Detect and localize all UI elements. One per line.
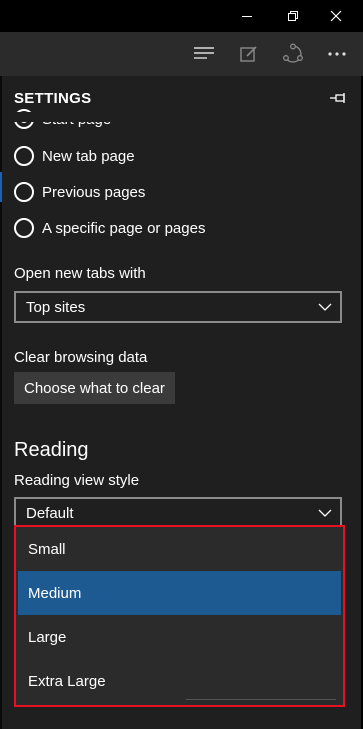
share-button[interactable] [271,32,315,76]
radio-specific-pages[interactable]: A specific page or pages [14,217,205,239]
option-small[interactable]: Small [18,527,341,571]
radio-label: A specific page or pages [42,219,206,237]
divider [186,699,336,700]
minimize-icon [242,16,252,17]
close-icon [330,10,342,22]
close-button[interactable] [313,0,359,32]
reading-view-style-label: Reading view style [14,472,140,489]
radio-button[interactable] [14,218,34,238]
new-tabs-select[interactable]: Top sites [14,291,342,323]
option-medium[interactable]: Medium [18,571,341,615]
hub-icon [194,47,214,59]
minimize-button[interactable] [224,0,270,32]
chevron-down-icon [318,303,332,311]
radio-button[interactable] [14,146,34,166]
restore-button[interactable] [270,0,316,32]
scroll-clip [2,112,361,122]
chevron-down-icon [318,509,332,517]
browser-toolbar [0,32,363,76]
pin-icon [330,93,345,103]
radio-label: Previous pages [42,183,146,201]
select-value: Top sites [26,299,86,316]
hub-button[interactable] [182,32,226,76]
new-tabs-label: Open new tabs with [14,265,146,282]
radio-button[interactable] [14,182,34,202]
reading-heading: Reading [14,439,89,461]
more-icon [328,52,346,56]
title-bar [0,0,363,32]
web-note-button[interactable] [227,32,271,76]
share-icon [283,43,303,63]
pin-button[interactable] [328,90,348,106]
clear-data-label: Clear browsing data [14,349,148,366]
settings-title: SETTINGS [14,90,92,107]
option-extra-large[interactable]: Extra Large [18,659,341,703]
radio-previous-pages[interactable]: Previous pages [14,181,145,203]
settings-panel: Start page SETTINGS New tab page Previou… [2,76,361,729]
choose-what-to-clear-button[interactable]: Choose what to clear [14,372,175,404]
web-note-icon [240,46,257,62]
option-large[interactable]: Large [18,615,341,659]
more-button[interactable] [315,32,359,76]
restore-icon [288,11,298,21]
radio-new-tab-page[interactable]: New tab page [14,145,135,167]
reading-style-dropdown: Small Medium Large Extra Large [14,525,345,707]
select-value: Default [26,505,74,522]
radio-label: New tab page [42,147,135,165]
